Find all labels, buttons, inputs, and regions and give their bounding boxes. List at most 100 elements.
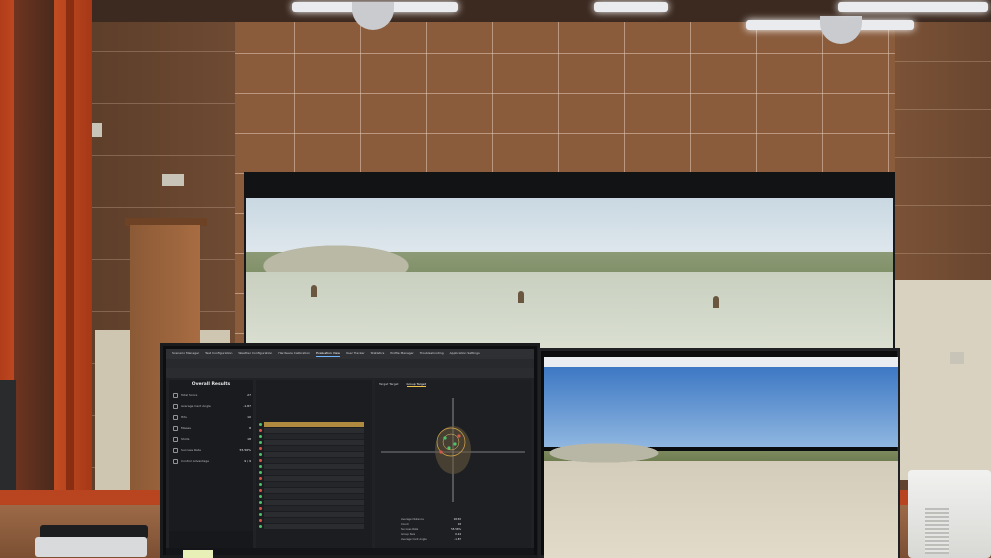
stat-row: Average Distance 18.50 <box>401 518 461 521</box>
app-status-bar <box>166 359 534 368</box>
table-row[interactable] <box>259 440 364 445</box>
result-row: Shots 18 <box>181 437 251 441</box>
taskbar <box>166 548 534 555</box>
status-dot <box>259 435 262 438</box>
tab-test-configuration[interactable]: Test Configuration <box>205 351 232 357</box>
miss-marker <box>457 434 461 438</box>
left-monitor: Scenario Manager Test Configuration Weat… <box>160 343 540 558</box>
result-row: Control Advantage 9 / 9 <box>181 459 251 463</box>
target-silhouette <box>518 291 524 303</box>
table-row[interactable] <box>259 524 364 529</box>
table-row[interactable] <box>259 512 364 517</box>
ceiling-light <box>594 2 668 12</box>
table-row[interactable] <box>259 482 364 487</box>
wall-outlet <box>950 352 964 364</box>
table-row[interactable] <box>259 470 364 475</box>
wall-sensor <box>162 174 184 186</box>
miss-marker <box>439 450 443 454</box>
window-frame-edge <box>66 0 74 505</box>
tab-evaluation-view[interactable]: Evaluation View <box>316 351 340 357</box>
hits-icon <box>173 415 178 420</box>
control-icon <box>173 459 178 464</box>
sim-window-header <box>544 357 898 367</box>
target-silhouette <box>713 296 719 308</box>
ceiling-light <box>838 2 988 12</box>
status-dot <box>259 489 262 492</box>
success-rate-icon <box>173 448 178 453</box>
tab-scenario-manager[interactable]: Scenario Manager <box>172 351 199 357</box>
table-row[interactable] <box>259 434 364 439</box>
status-dot <box>259 477 262 480</box>
status-dot <box>259 471 262 474</box>
tab-application-settings[interactable]: Application Settings <box>450 351 480 357</box>
printer <box>908 470 991 558</box>
target-panel: Target Target Group Target Average Dista… <box>375 380 531 552</box>
stat-row: Success Rate 55.56% <box>401 528 461 531</box>
table-row[interactable] <box>259 458 364 463</box>
status-dot <box>259 441 262 444</box>
status-dot <box>259 513 262 516</box>
target-silhouette <box>311 285 317 297</box>
screen-housing <box>244 172 895 198</box>
tab-troubleshooting[interactable]: Troubleshooting <box>420 351 444 357</box>
results-heading: Overall Results <box>191 382 231 387</box>
right-monitor <box>538 348 900 558</box>
hit-marker <box>447 446 451 450</box>
result-row: Misses 8 <box>181 426 251 430</box>
result-row: Hits 10 <box>181 415 251 419</box>
tab-user-tracker[interactable]: User Tracker <box>346 351 365 357</box>
projected-hills <box>246 222 893 277</box>
tab-group-target[interactable]: Group Target <box>406 382 426 387</box>
sticky-note <box>183 550 213 558</box>
table-row[interactable] <box>259 506 364 511</box>
status-dot <box>259 507 262 510</box>
room-scene: Scenario Manager Test Configuration Weat… <box>0 0 991 558</box>
projection-screen <box>244 172 895 362</box>
table-row[interactable] <box>259 518 364 523</box>
tab-hardware-calibration[interactable]: Hardware Calibration <box>278 351 310 357</box>
table-row[interactable] <box>259 428 364 433</box>
sim-ground <box>544 459 898 558</box>
status-dot <box>259 465 262 468</box>
hit-marker <box>443 436 447 440</box>
evaluation-app: Scenario Manager Test Configuration Weat… <box>166 349 534 555</box>
sim-sky <box>544 367 898 447</box>
overall-results-panel: Overall Results Total Score 27 Average C… <box>169 380 253 552</box>
table-row[interactable] <box>259 494 364 499</box>
tab-target-target[interactable]: Target Target <box>379 382 399 387</box>
table-row[interactable] <box>259 476 364 481</box>
table-row[interactable] <box>259 422 364 427</box>
table-row[interactable] <box>259 464 364 469</box>
sim-treeline <box>544 437 898 471</box>
status-dot <box>259 423 262 426</box>
status-dot <box>259 519 262 522</box>
table-row[interactable] <box>259 446 364 451</box>
table-row[interactable] <box>259 488 364 493</box>
target-tabs: Target Target Group Target <box>379 382 426 387</box>
result-row: Total Score 27 <box>181 393 251 397</box>
status-dot <box>259 501 262 504</box>
tab-profile-manager[interactable]: Profile Manager <box>390 351 413 357</box>
tab-weather-configuration[interactable]: Weather Configuration <box>238 351 272 357</box>
app-title-bar: Test3 transect <box>166 368 534 386</box>
window-frame-recess <box>14 0 54 500</box>
right-wall <box>895 14 991 314</box>
app-nav-bar: Scenario Manager Test Configuration Weat… <box>166 349 534 359</box>
status-dot <box>259 525 262 528</box>
status-dot <box>259 495 262 498</box>
group-target-plot <box>381 398 525 502</box>
tab-statistics[interactable]: Statistics <box>371 351 385 357</box>
status-dot <box>259 483 262 486</box>
result-row: Success Rate 55.56% <box>181 448 251 452</box>
score-icon <box>173 393 178 398</box>
printer-vent <box>925 508 949 554</box>
cant-angle-icon <box>173 404 178 409</box>
stat-row: Count 18 <box>401 523 461 526</box>
table-row[interactable] <box>259 500 364 505</box>
status-dot <box>259 459 262 462</box>
keyboard <box>35 537 147 557</box>
status-dot <box>259 429 262 432</box>
shots-icon <box>173 437 178 442</box>
table-row[interactable] <box>259 452 364 457</box>
shots-table-panel <box>256 380 372 552</box>
